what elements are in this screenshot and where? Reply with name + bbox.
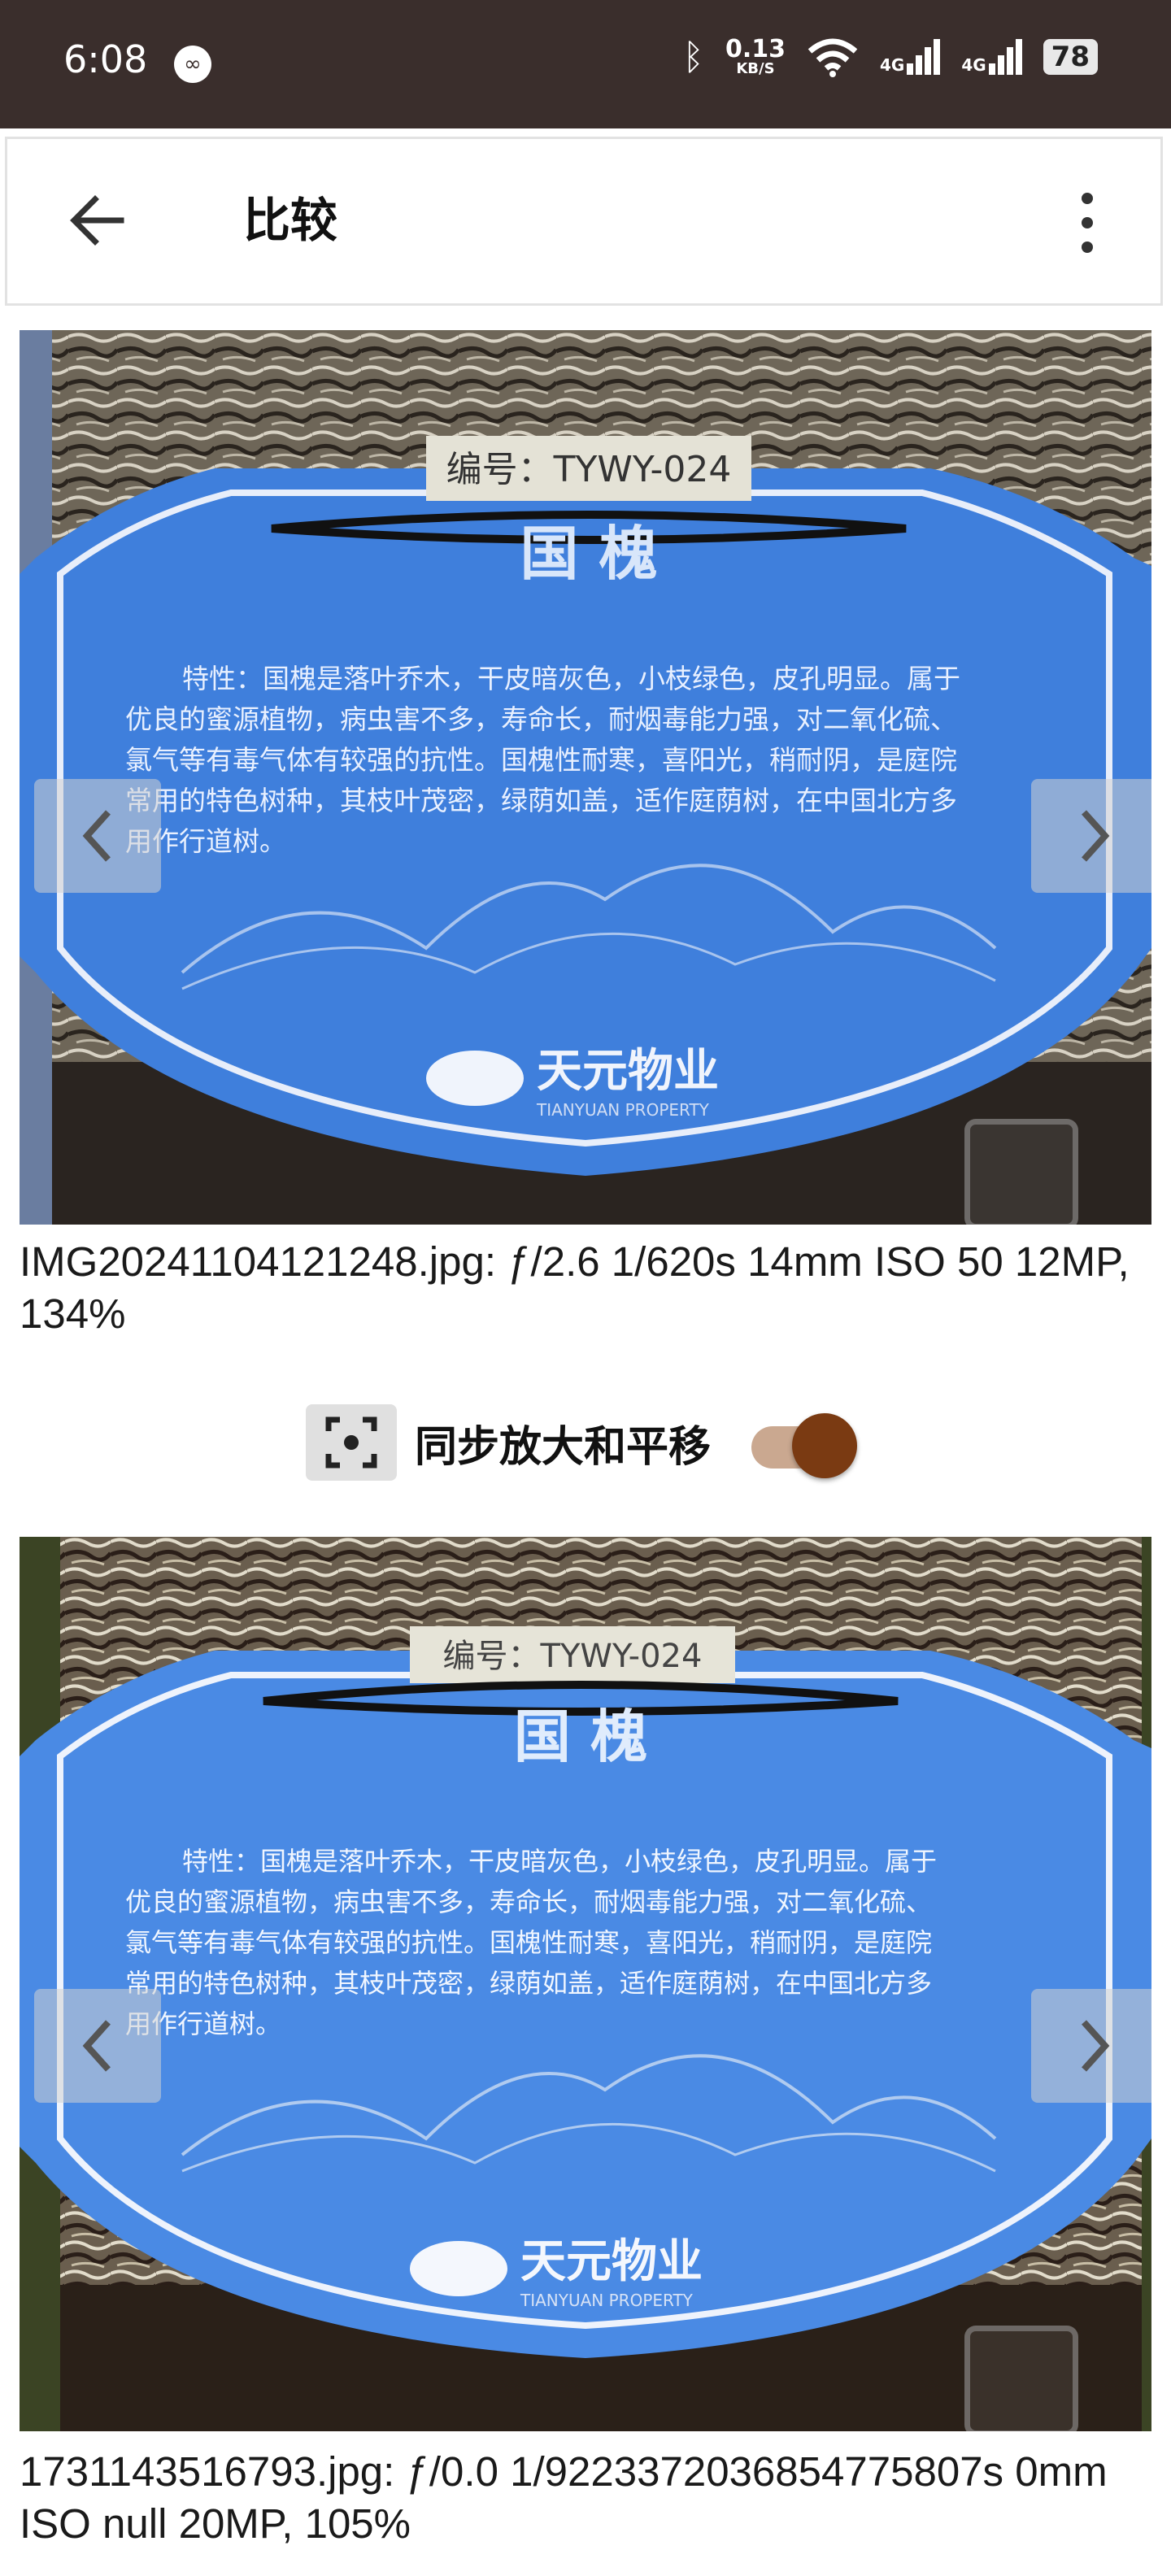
sign-line: 优良的蜜源植物，病虫害不多，寿命长，耐烟毒能力强，对二氧化硫、 xyxy=(125,1886,932,1917)
network-speed: 0.13 KB/S xyxy=(725,37,786,76)
network-speed-unit: KB/S xyxy=(736,60,775,77)
previous-image-button[interactable] xyxy=(34,779,161,893)
battery-indicator: 78 xyxy=(1043,39,1098,75)
sync-zoom-toggle[interactable] xyxy=(751,1412,858,1478)
sign-number: 编号：TYWY-024 xyxy=(446,449,732,490)
sign-line: 特性：国槐是落叶乔木，干皮暗灰色，小枝绿色，皮孔明显。属于 xyxy=(182,663,960,694)
signal-label-1: 4G xyxy=(879,55,905,75)
focus-frame-icon xyxy=(306,1404,397,1481)
chevron-right-icon xyxy=(1082,2020,1110,2072)
image-viewer-bottom[interactable]: 编号：TYWY-024 国 槐 特性：国槐是落叶乔木，干皮暗灰色，小枝绿色，皮孔… xyxy=(20,1537,1151,2431)
photo-bottom: 编号：TYWY-024 国 槐 特性：国槐是落叶乔木，干皮暗灰色，小枝绿色，皮孔… xyxy=(20,1537,1151,2431)
brand-logo-icon xyxy=(426,1051,524,1106)
sign-line: 常用的特色树种，其枝叶茂密，绿荫如盖，适作庭荫树，在中国北方多 xyxy=(125,785,957,816)
photo-top: 编号：TYWY-024 国 槐 特性：国槐是落叶乔木，干皮暗灰色，小枝绿色，皮孔… xyxy=(20,330,1151,1225)
bluetooth-icon: ᛒ xyxy=(682,36,704,78)
game-controller-icon: ∞ xyxy=(174,46,211,83)
sign-line: 氯气等有毒气体有较强的抗性。国槐性耐寒，喜阳光，稍耐阴，是庭院 xyxy=(125,1927,932,1958)
brand-name-cn: 天元物业 xyxy=(520,2235,703,2288)
sign-title: 国 槐 xyxy=(514,1704,647,1770)
signal-icon-1: 4G xyxy=(879,39,941,75)
brand-logo-icon xyxy=(410,2241,507,2296)
sync-zoom-row: 同步放大和平移 xyxy=(306,1402,858,1483)
sign-line: 特性：国槐是落叶乔木，干皮暗灰色，小枝绿色，皮孔明显。属于 xyxy=(182,1846,937,1877)
status-time: 6:08 xyxy=(63,37,148,81)
app-bar: 比较 xyxy=(5,137,1163,306)
chevron-left-icon xyxy=(82,2020,111,2072)
brand-name-en: TIANYUAN PROPERTY xyxy=(520,2291,694,2310)
image-caption-top: IMG20241104121248.jpg: ƒ/2.6 1/620s 14mm… xyxy=(20,1238,1130,1337)
wifi-icon xyxy=(808,38,858,77)
brand-name-en: TIANYUAN PROPERTY xyxy=(536,1100,710,1120)
status-icons: ᛒ 0.13 KB/S 4G 4G 78 xyxy=(683,33,1098,81)
status-bar: 6:08 ∞ ᛒ 0.13 KB/S 4G 4G 78 xyxy=(0,0,1171,128)
sign-title: 国 槐 xyxy=(520,520,657,588)
page-title: 比较 xyxy=(243,193,338,248)
signal-icon-2: 4G xyxy=(961,39,1022,75)
chevron-right-icon xyxy=(1082,810,1110,862)
next-image-button[interactable] xyxy=(1031,779,1151,893)
brand-name-cn: 天元物业 xyxy=(537,1045,719,1098)
sync-zoom-label: 同步放大和平移 xyxy=(415,1422,712,1472)
more-options-icon[interactable] xyxy=(1071,186,1104,259)
sign-number: 编号：TYWY-024 xyxy=(443,1638,703,1675)
previous-image-button[interactable] xyxy=(34,1989,161,2103)
back-arrow-icon[interactable] xyxy=(64,188,129,253)
chevron-left-icon xyxy=(82,810,111,862)
fullscreen-button[interactable] xyxy=(964,2326,1078,2431)
sign-line: 常用的特色树种，其枝叶茂密，绿荫如盖，适作庭荫树，在中国北方多 xyxy=(125,1968,932,1999)
next-image-button[interactable] xyxy=(1031,1989,1151,2103)
sign-line: 优良的蜜源植物，病虫害不多，寿命长，耐烟毒能力强，对二氧化硫、 xyxy=(125,703,957,735)
signal-label-2: 4G xyxy=(961,55,986,75)
image-caption-bottom: 1731143516793.jpg: ƒ/0.0 1/9223372036854… xyxy=(20,2448,1108,2547)
image-viewer-top[interactable]: 编号：TYWY-024 国 槐 特性：国槐是落叶乔木，干皮暗灰色，小枝绿色，皮孔… xyxy=(20,330,1151,1225)
fullscreen-button[interactable] xyxy=(964,1119,1078,1225)
sign-line: 氯气等有毒气体有较强的抗性。国槐性耐寒，喜阳光，稍耐阴，是庭院 xyxy=(125,744,957,776)
network-speed-value: 0.13 xyxy=(725,35,786,63)
